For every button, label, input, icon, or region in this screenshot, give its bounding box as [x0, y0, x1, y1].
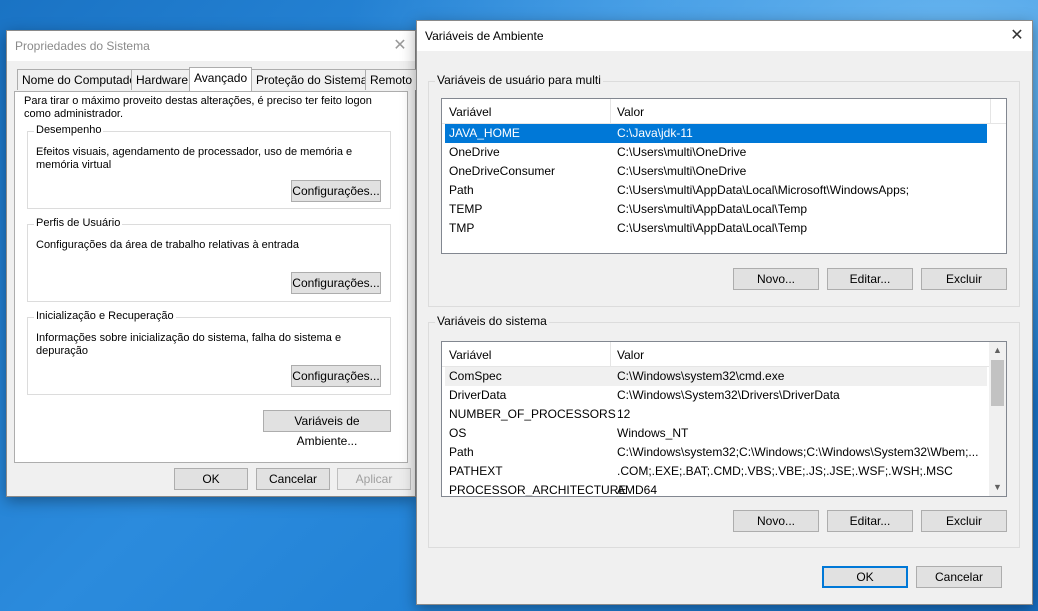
close-icon[interactable]: ✕	[1002, 21, 1032, 51]
user-new-button[interactable]: Novo...	[733, 268, 819, 290]
user-variables-section: Variáveis de usuário para multi Variável…	[428, 73, 1020, 307]
startup-recovery-settings-button[interactable]: Configurações...	[291, 365, 381, 387]
list-header: Variável Valor	[442, 99, 1006, 124]
user-variables-list[interactable]: Variável Valor JAVA_HOME C:\Java\jdk-11 …	[441, 98, 1007, 254]
column-value[interactable]: Valor	[617, 105, 644, 119]
performance-settings-button[interactable]: Configurações...	[291, 180, 381, 202]
vertical-scrollbar[interactable]: ▲ ▼	[989, 342, 1006, 496]
column-value[interactable]: Valor	[617, 348, 644, 362]
environment-variables-button[interactable]: Variáveis de Ambiente...	[263, 410, 391, 448]
system-edit-button[interactable]: Editar...	[827, 510, 913, 532]
performance-group: Desempenho Efeitos visuais, agendamento …	[27, 124, 391, 209]
group-title: Perfis de Usuário	[34, 217, 123, 229]
close-icon[interactable]: ✕	[385, 31, 415, 61]
scroll-up-icon[interactable]: ▲	[989, 342, 1006, 359]
group-description: Informações sobre inicialização do siste…	[36, 332, 342, 357]
tab-hardware[interactable]: Hardware	[131, 69, 194, 90]
table-row[interactable]: Path C:\Windows\system32;C:\Windows;C:\W…	[445, 443, 987, 462]
system-new-button[interactable]: Novo...	[733, 510, 819, 532]
table-row[interactable]: OneDriveConsumer C:\Users\multi\OneDrive	[445, 162, 987, 181]
group-description: Efeitos visuais, agendamento de processa…	[36, 146, 353, 171]
tab-system-protection[interactable]: Proteção do Sistema	[251, 69, 373, 90]
table-row[interactable]: TEMP C:\Users\multi\AppData\Local\Temp	[445, 200, 987, 219]
group-description: Configurações da área de trabalho relati…	[36, 239, 299, 251]
table-row[interactable]: TMP C:\Users\multi\AppData\Local\Temp	[445, 219, 987, 238]
system-variables-section: Variáveis do sistema Variável Valor ComS…	[428, 314, 1020, 548]
table-row[interactable]: PATHEXT .COM;.EXE;.BAT;.CMD;.VBS;.VBE;.J…	[445, 462, 987, 481]
table-row[interactable]: ComSpec C:\Windows\system32\cmd.exe	[445, 367, 987, 386]
tab-computer-name[interactable]: Nome do Computador	[17, 69, 146, 90]
user-profiles-settings-button[interactable]: Configurações...	[291, 272, 381, 294]
table-row[interactable]: NUMBER_OF_PROCESSORS 12	[445, 405, 987, 424]
list-header: Variável Valor	[442, 342, 1006, 367]
table-row[interactable]: OneDrive C:\Users\multi\OneDrive	[445, 143, 987, 162]
window-title: Variáveis de Ambiente	[425, 29, 544, 43]
environment-variables-window: Variáveis de Ambiente ✕ Variáveis de usu…	[416, 20, 1033, 605]
scroll-thumb[interactable]	[991, 360, 1004, 406]
window-title: Propriedades do Sistema	[15, 39, 150, 53]
system-delete-button[interactable]: Excluir	[921, 510, 1007, 532]
table-row[interactable]: DriverData C:\Windows\System32\Drivers\D…	[445, 386, 987, 405]
user-delete-button[interactable]: Excluir	[921, 268, 1007, 290]
table-row[interactable]: JAVA_HOME C:\Java\jdk-11	[445, 124, 987, 143]
startup-recovery-group: Inicialização e Recuperação Informações …	[27, 310, 391, 395]
system-variables-list[interactable]: Variável Valor ComSpec C:\Windows\system…	[441, 341, 1007, 497]
user-edit-button[interactable]: Editar...	[827, 268, 913, 290]
system-properties-window: Propriedades do Sistema ✕ Nome do Comput…	[6, 30, 418, 497]
cancel-button[interactable]: Cancelar	[256, 468, 330, 490]
scroll-down-icon[interactable]: ▼	[989, 479, 1006, 496]
group-title: Desempenho	[34, 124, 104, 136]
tab-remote[interactable]: Remoto	[365, 69, 418, 90]
user-profiles-group: Perfis de Usuário Configurações da área …	[27, 217, 391, 302]
title-bar: Propriedades do Sistema ✕	[7, 31, 415, 61]
column-variable[interactable]: Variável	[449, 105, 491, 119]
table-row[interactable]: PROCESSOR_ARCHITECTURE AMD64	[445, 481, 987, 496]
group-title: Inicialização e Recuperação	[34, 310, 176, 322]
section-title: Variáveis de usuário para multi	[435, 73, 603, 87]
ok-button[interactable]: OK	[174, 468, 248, 490]
title-bar: Variáveis de Ambiente ✕	[417, 21, 1032, 51]
admin-notice: Para tirar o máximo proveito destas alte…	[24, 95, 372, 120]
ok-button[interactable]: OK	[822, 566, 908, 588]
cancel-button[interactable]: Cancelar	[916, 566, 1002, 588]
apply-button[interactable]: Aplicar	[337, 468, 411, 490]
column-variable[interactable]: Variável	[449, 348, 491, 362]
table-row[interactable]: Path C:\Users\multi\AppData\Local\Micros…	[445, 181, 987, 200]
tab-advanced[interactable]: Avançado	[189, 67, 253, 91]
table-row[interactable]: OS Windows_NT	[445, 424, 987, 443]
section-title: Variáveis do sistema	[435, 314, 549, 328]
